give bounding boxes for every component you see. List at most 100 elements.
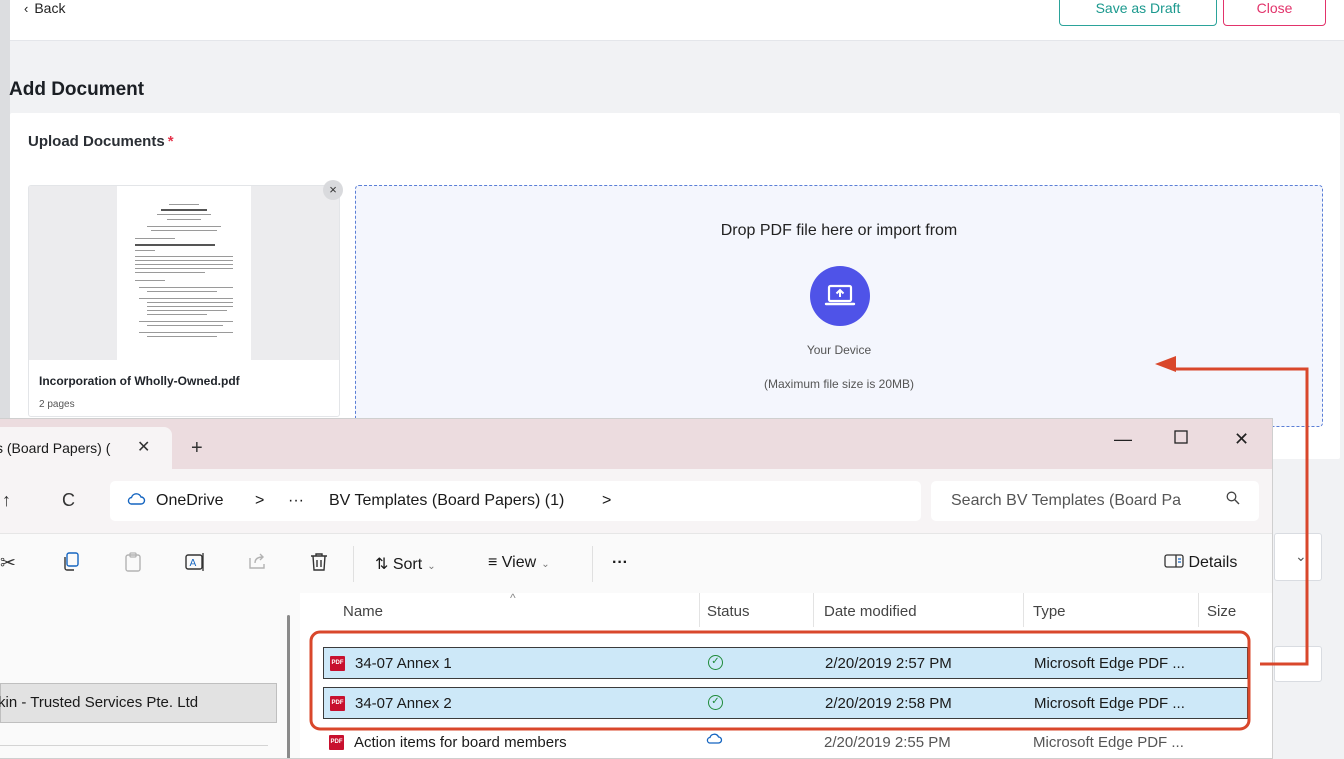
details-pane-icon [1164, 554, 1188, 571]
file-date: 2/20/2019 2:57 PM [825, 655, 952, 672]
up-arrow-icon[interactable]: ↑ [2, 490, 11, 511]
max-size-note: (Maximum file size is 20MB) [763, 377, 915, 391]
breadcrumb-ellipsis[interactable]: ··· [288, 492, 304, 510]
svg-text:A: A [190, 558, 197, 569]
toolbar-divider [353, 546, 354, 582]
navigation-pane: kin - Trusted Services Pte. Ltd [0, 593, 300, 758]
top-bar: ‹ Back Save as Draft Close [10, 0, 1344, 41]
page-title: Add Document [9, 79, 145, 100]
details-button[interactable]: Details [1164, 554, 1237, 572]
file-row[interactable]: PDF Action items for board members 2/20/… [323, 727, 1248, 758]
file-row[interactable]: PDF 34-07 Annex 2 ✓ 2/20/2019 2:58 PM Mi… [323, 687, 1248, 719]
sort-ascending-indicator: ^ [510, 591, 516, 605]
chevron-left-icon: ‹ [24, 0, 29, 16]
document-name: Incorporation of Wholly-Owned.pdf [39, 374, 240, 388]
document-page-preview [117, 186, 251, 360]
explorer-toolbar: ✂ A ⇅ Sort ⌄ ≡ View ⌄ ··· Details [0, 533, 1272, 593]
cut-icon[interactable]: ✂ [0, 552, 16, 575]
uploaded-document-card[interactable]: Incorporation of Wholly-Owned.pdf 2 page… [28, 185, 340, 417]
paste-icon[interactable] [124, 552, 142, 578]
search-icon [1226, 491, 1240, 509]
tab-close-icon[interactable]: ✕ [137, 437, 150, 457]
view-button[interactable]: ≡ View ⌄ [488, 554, 550, 572]
file-row[interactable]: PDF 34-07 Annex 1 ✓ 2/20/2019 2:57 PM Mi… [323, 647, 1248, 679]
rename-icon[interactable]: A [185, 552, 207, 578]
column-header-size[interactable]: Size [1207, 603, 1236, 620]
details-label: Details [1188, 554, 1238, 571]
right-input-field[interactable] [1274, 646, 1322, 682]
device-upload-icon[interactable] [810, 266, 870, 326]
nav-divider [0, 745, 268, 746]
file-type: Microsoft Edge PDF ... [1034, 655, 1185, 672]
column-header-status[interactable]: Status [707, 603, 750, 620]
upload-documents-label: Upload Documents * [28, 133, 174, 150]
right-dropdown[interactable]: ⌄ [1274, 533, 1322, 581]
file-name: Action items for board members [354, 734, 567, 751]
file-date: 2/20/2019 2:55 PM [824, 734, 951, 751]
close-button[interactable]: Close [1223, 0, 1326, 26]
column-separator [813, 593, 814, 627]
file-list: ^ Name Status Date modified Type Size PD… [300, 591, 1272, 758]
document-thumbnail [29, 186, 339, 360]
minimize-icon[interactable]: — [1114, 429, 1132, 450]
cloud-icon [126, 491, 146, 512]
synced-check-icon: ✓ [708, 655, 723, 670]
address-bar[interactable]: OneDrive > ··· BV Templates (Board Paper… [110, 481, 921, 521]
breadcrumb-onedrive[interactable]: OneDrive [156, 492, 224, 510]
copy-icon[interactable] [62, 552, 80, 577]
chevron-down-icon: ⌄ [541, 559, 550, 570]
tab-title: s (Board Papers) ( [0, 440, 111, 456]
explorer-tab[interactable]: s (Board Papers) ( ✕ [0, 427, 172, 469]
file-date: 2/20/2019 2:58 PM [825, 695, 952, 712]
column-header-date-modified[interactable]: Date modified [824, 603, 917, 620]
breadcrumb-separator-end[interactable]: > [602, 492, 611, 510]
more-options-button[interactable]: ··· [612, 554, 628, 572]
delete-icon[interactable] [310, 552, 328, 578]
file-type: Microsoft Edge PDF ... [1034, 695, 1185, 712]
breadcrumb-folder[interactable]: BV Templates (Board Papers) (1) [329, 492, 564, 510]
column-separator [1023, 593, 1024, 627]
pdf-file-icon: PDF [330, 696, 345, 711]
explorer-titlebar: s (Board Papers) ( ✕ + — ✕ [0, 419, 1272, 469]
address-bar-row: ↑ C OneDrive > ··· BV Templates (Board P… [0, 469, 1272, 533]
new-tab-plus-icon[interactable]: + [191, 437, 203, 460]
column-separator [1198, 593, 1199, 627]
pdf-dropzone[interactable]: Drop PDF file here or import from Your D… [355, 185, 1323, 427]
back-link[interactable]: ‹ Back [24, 0, 65, 16]
pdf-file-icon: PDF [330, 656, 345, 671]
document-page-count: 2 pages [39, 399, 75, 410]
nav-item-label: kin - Trusted Services Pte. Ltd [0, 694, 199, 711]
dropzone-title: Drop PDF file here or import from [720, 222, 958, 239]
share-icon[interactable] [247, 552, 267, 576]
file-name: 34-07 Annex 1 [355, 655, 452, 672]
save-as-draft-button[interactable]: Save as Draft [1059, 0, 1217, 26]
explorer-search-box[interactable]: Search BV Templates (Board Pa [931, 481, 1259, 521]
required-mark: * [167, 133, 174, 150]
file-explorer-window: s (Board Papers) ( ✕ + — ✕ ↑ C OneDrive … [0, 418, 1273, 759]
upload-card: Upload Documents * Incorporation of Whol… [10, 113, 1340, 459]
sort-label: Sort [392, 556, 423, 573]
window-close-icon[interactable]: ✕ [1234, 429, 1249, 450]
sort-icon: ⇅ [375, 556, 389, 573]
chevron-down-icon: ⌄ [427, 561, 436, 572]
your-device-label: Your Device [806, 343, 872, 357]
refresh-icon[interactable]: C [62, 490, 75, 511]
nav-scrollbar[interactable] [287, 615, 290, 758]
toolbar-divider [592, 546, 593, 582]
sort-button[interactable]: ⇅ Sort ⌄ [375, 554, 436, 574]
view-lines-icon: ≡ [488, 554, 498, 571]
remove-document-close-icon[interactable]: × [323, 180, 343, 200]
breadcrumb-separator: > [255, 492, 265, 509]
nav-item-selected[interactable]: kin - Trusted Services Pte. Ltd [0, 683, 277, 723]
search-placeholder: Search BV Templates (Board Pa [951, 492, 1182, 509]
upload-label-text: Upload Documents [28, 133, 165, 150]
view-label: View [501, 554, 537, 571]
maximize-icon[interactable] [1174, 428, 1188, 449]
column-header-name[interactable]: Name [343, 603, 383, 620]
pdf-file-icon: PDF [329, 735, 344, 750]
column-header-type[interactable]: Type [1033, 603, 1066, 620]
column-separator [699, 593, 700, 627]
back-label: Back [34, 0, 66, 16]
chevron-down-icon: ⌄ [1295, 548, 1307, 564]
file-type: Microsoft Edge PDF ... [1033, 734, 1184, 751]
